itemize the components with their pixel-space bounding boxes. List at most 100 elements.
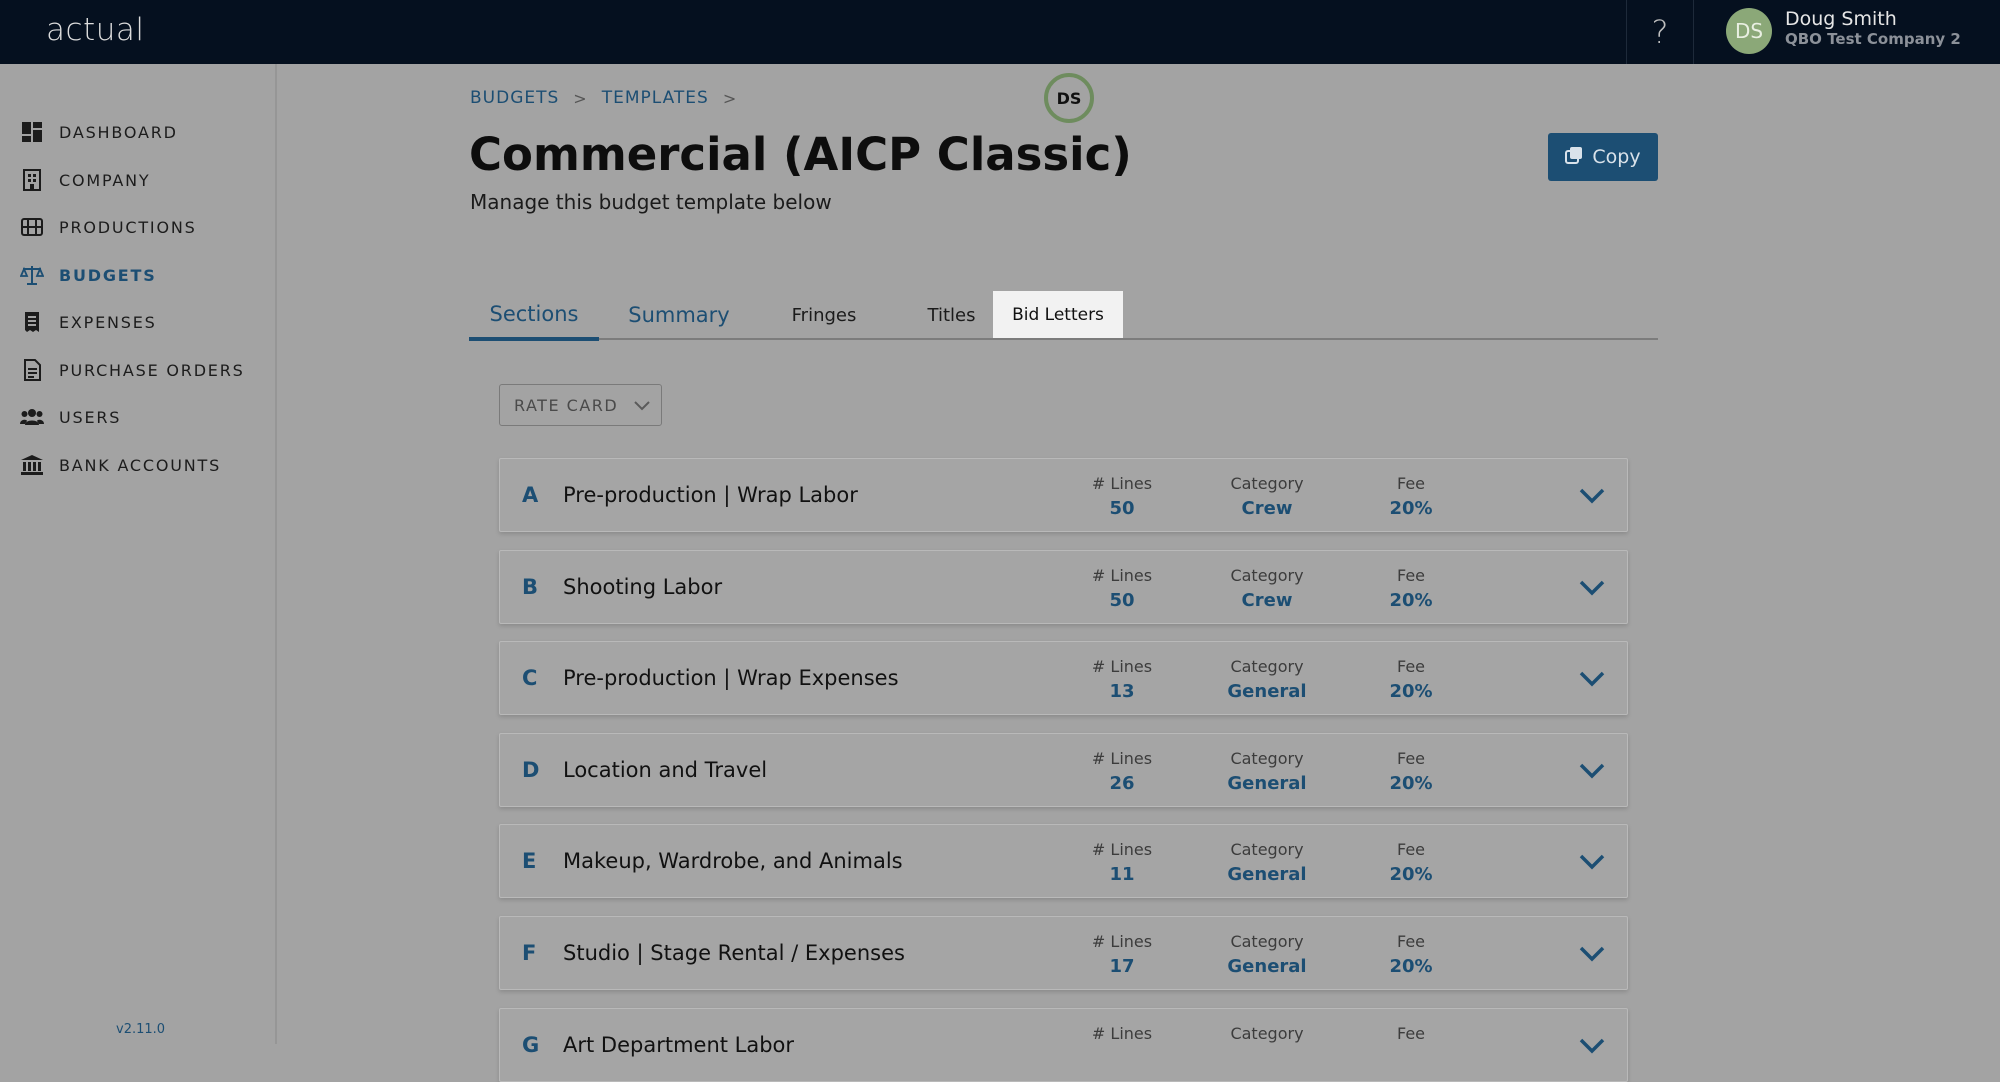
section-fee: Fee 20% bbox=[1351, 657, 1471, 702]
sidebar-item-label: PRODUCTIONS bbox=[59, 217, 197, 237]
chevron-right-icon: > bbox=[573, 88, 588, 108]
section-lines: # Lines 26 bbox=[1062, 749, 1182, 794]
section-category: Category Crew bbox=[1207, 566, 1327, 611]
category-value: General bbox=[1227, 864, 1307, 885]
user-name[interactable]: Doug Smith bbox=[1785, 8, 1897, 30]
section-name: Pre-production | Wrap Expenses bbox=[563, 666, 899, 690]
section-lines: # Lines 17 bbox=[1062, 932, 1182, 977]
chevron-down-icon bbox=[633, 397, 651, 416]
lines-value: 13 bbox=[1109, 681, 1135, 702]
lines-label: # Lines bbox=[1091, 657, 1153, 676]
section-fee: Fee bbox=[1351, 1024, 1471, 1043]
section-letter: B bbox=[522, 575, 539, 599]
category-label: Category bbox=[1230, 840, 1304, 859]
chevron-down-icon[interactable] bbox=[1577, 852, 1607, 872]
category-label: Category bbox=[1230, 566, 1304, 585]
section-category: Category General bbox=[1207, 657, 1327, 702]
tab-bid-letters[interactable]: Bid Letters bbox=[993, 291, 1123, 338]
tab-sections[interactable]: Sections bbox=[469, 290, 599, 341]
sidebar-item-bank-accounts[interactable]: BANK ACCOUNTS bbox=[20, 449, 221, 481]
section-lines: # Lines 13 bbox=[1062, 657, 1182, 702]
breadcrumb-budgets[interactable]: BUDGETS bbox=[470, 88, 559, 108]
section-row[interactable]: F Studio | Stage Rental / Expenses # Lin… bbox=[499, 916, 1628, 990]
sidebar-item-label: BUDGETS bbox=[59, 265, 157, 285]
section-fee: Fee 20% bbox=[1351, 840, 1471, 885]
tab-fringes[interactable]: Fringes bbox=[769, 290, 879, 340]
section-letter: D bbox=[522, 758, 540, 782]
chevron-down-icon[interactable] bbox=[1577, 944, 1607, 964]
lines-value: 26 bbox=[1109, 773, 1135, 794]
copy-icon bbox=[1565, 146, 1583, 169]
fee-value: 20% bbox=[1389, 773, 1433, 794]
section-fee: Fee 20% bbox=[1351, 474, 1471, 519]
app-version: v2.11.0 bbox=[116, 1022, 166, 1037]
sidebar-item-productions[interactable]: PRODUCTIONS bbox=[20, 211, 197, 243]
category-value: General bbox=[1227, 681, 1307, 702]
film-icon bbox=[20, 215, 44, 239]
section-fee: Fee 20% bbox=[1351, 932, 1471, 977]
fee-label: Fee bbox=[1396, 840, 1425, 859]
chevron-down-icon[interactable] bbox=[1577, 761, 1607, 781]
copy-button[interactable]: Copy bbox=[1548, 133, 1658, 181]
section-row[interactable]: E Makeup, Wardrobe, and Animals # Lines 1… bbox=[499, 824, 1628, 898]
lines-label: # Lines bbox=[1091, 840, 1153, 859]
sidebar-item-label: USERS bbox=[59, 407, 122, 427]
sidebar-item-expenses[interactable]: EXPENSES bbox=[20, 306, 157, 338]
breadcrumb: BUDGETS > TEMPLATES > bbox=[470, 88, 751, 108]
rate-card-label: RATE CARD bbox=[514, 395, 619, 415]
section-letter: C bbox=[522, 666, 538, 690]
category-label: Category bbox=[1230, 932, 1304, 951]
sidebar-item-dashboard[interactable]: DASHBOARD bbox=[20, 116, 178, 148]
section-letter: E bbox=[522, 849, 537, 873]
tab-summary[interactable]: Summary bbox=[619, 290, 739, 340]
rate-card-dropdown[interactable]: RATE CARD bbox=[499, 384, 662, 426]
sidebar-item-budgets[interactable]: BUDGETS bbox=[20, 259, 157, 291]
lines-value: 17 bbox=[1109, 956, 1135, 977]
fee-value: 20% bbox=[1389, 956, 1433, 977]
chevron-down-icon[interactable] bbox=[1577, 1036, 1607, 1056]
bank-icon bbox=[20, 453, 44, 477]
breadcrumb-templates[interactable]: TEMPLATES bbox=[602, 88, 709, 108]
section-row[interactable]: B Shooting Labor # Lines 50 Category Crew … bbox=[499, 550, 1628, 624]
help-button[interactable]: ? bbox=[1626, 0, 1694, 64]
section-name: Studio | Stage Rental / Expenses bbox=[563, 941, 905, 965]
section-category: Category General bbox=[1207, 932, 1327, 977]
category-value: General bbox=[1227, 773, 1307, 794]
section-row[interactable]: D Location and Travel # Lines 26 Category… bbox=[499, 733, 1628, 807]
chevron-down-icon[interactable] bbox=[1577, 486, 1607, 506]
lines-label: # Lines bbox=[1091, 566, 1153, 585]
section-row[interactable]: A Pre-production | Wrap Labor # Lines 50 … bbox=[499, 458, 1628, 532]
user-company[interactable]: QBO Test Company 2 bbox=[1785, 30, 1961, 48]
top-bar: actual ? DS Doug Smith QBO Test Company … bbox=[0, 0, 2000, 64]
section-fee: Fee 20% bbox=[1351, 566, 1471, 611]
user-presence-marker[interactable]: DS bbox=[1044, 73, 1094, 123]
chevron-down-icon[interactable] bbox=[1577, 578, 1607, 598]
lines-label: # Lines bbox=[1091, 749, 1153, 768]
category-value: Crew bbox=[1241, 590, 1293, 611]
sidebar: DASHBOARD COMPANY PRODUCTIONS BUDGETS EX… bbox=[0, 64, 277, 1044]
category-label: Category bbox=[1230, 657, 1304, 676]
fee-value: 20% bbox=[1389, 498, 1433, 519]
fee-label: Fee bbox=[1396, 749, 1425, 768]
sidebar-item-company[interactable]: COMPANY bbox=[20, 164, 150, 196]
fee-value: 20% bbox=[1389, 681, 1433, 702]
user-avatar[interactable]: DS bbox=[1726, 8, 1772, 54]
fee-label: Fee bbox=[1396, 657, 1425, 676]
chevron-down-icon[interactable] bbox=[1577, 669, 1607, 689]
section-name: Pre-production | Wrap Labor bbox=[563, 483, 858, 507]
lines-value: 50 bbox=[1109, 498, 1135, 519]
receipt-icon bbox=[20, 310, 44, 334]
lines-label: # Lines bbox=[1091, 932, 1153, 951]
section-row[interactable]: G Art Department Labor # Lines Category … bbox=[499, 1008, 1628, 1082]
tab-titles[interactable]: Titles bbox=[899, 290, 1004, 340]
app-logo[interactable]: actual bbox=[46, 12, 144, 48]
lines-value: 11 bbox=[1109, 864, 1135, 885]
dashboard-icon bbox=[20, 120, 44, 144]
help-icon: ? bbox=[1651, 13, 1669, 51]
section-lines: # Lines bbox=[1062, 1024, 1182, 1043]
sidebar-item-users[interactable]: USERS bbox=[20, 401, 121, 433]
lines-label: # Lines bbox=[1091, 1024, 1153, 1043]
section-row[interactable]: C Pre-production | Wrap Expenses # Lines… bbox=[499, 641, 1628, 715]
copy-label: Copy bbox=[1592, 146, 1641, 168]
sidebar-item-purchase-orders[interactable]: PURCHASE ORDERS bbox=[20, 354, 245, 386]
